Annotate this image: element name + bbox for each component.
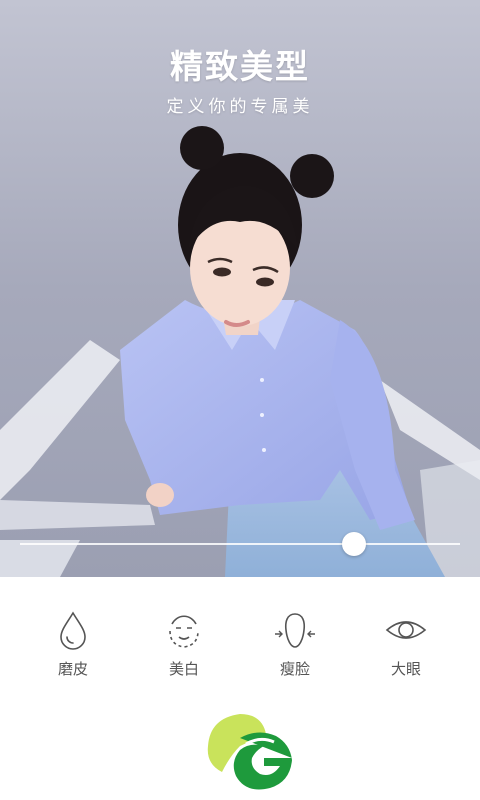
intensity-slider-track[interactable] xyxy=(20,543,460,545)
tool-label: 磨皮 xyxy=(57,660,88,678)
tool-label: 大眼 xyxy=(390,660,421,678)
face-slim-icon xyxy=(273,608,317,652)
tool-whiten[interactable]: 美白 xyxy=(129,600,239,690)
tool-smooth-skin[interactable]: 磨皮 xyxy=(18,600,128,690)
app-screen: 精致美型 定义你的专属美 磨皮 美白 瘦脸 大眼 xyxy=(0,0,480,800)
hero-subtitle: 定义你的专属美 xyxy=(166,97,314,117)
preview-photo: 精致美型 定义你的专属美 xyxy=(0,0,480,577)
beauty-tool-bar: 磨皮 美白 瘦脸 大眼 xyxy=(0,600,480,690)
tool-label: 美白 xyxy=(168,660,199,678)
tool-label: 瘦脸 xyxy=(279,660,310,678)
hero-title: 精致美型 xyxy=(170,47,310,86)
face-smile-icon xyxy=(162,608,206,652)
eye-icon xyxy=(384,608,428,652)
intensity-slider-thumb[interactable] xyxy=(342,532,366,556)
tool-slim-face[interactable]: 瘦脸 xyxy=(240,600,350,690)
g-leaf-logo xyxy=(200,706,300,796)
droplet-icon xyxy=(51,608,95,652)
tool-big-eyes[interactable]: 大眼 xyxy=(351,600,461,690)
